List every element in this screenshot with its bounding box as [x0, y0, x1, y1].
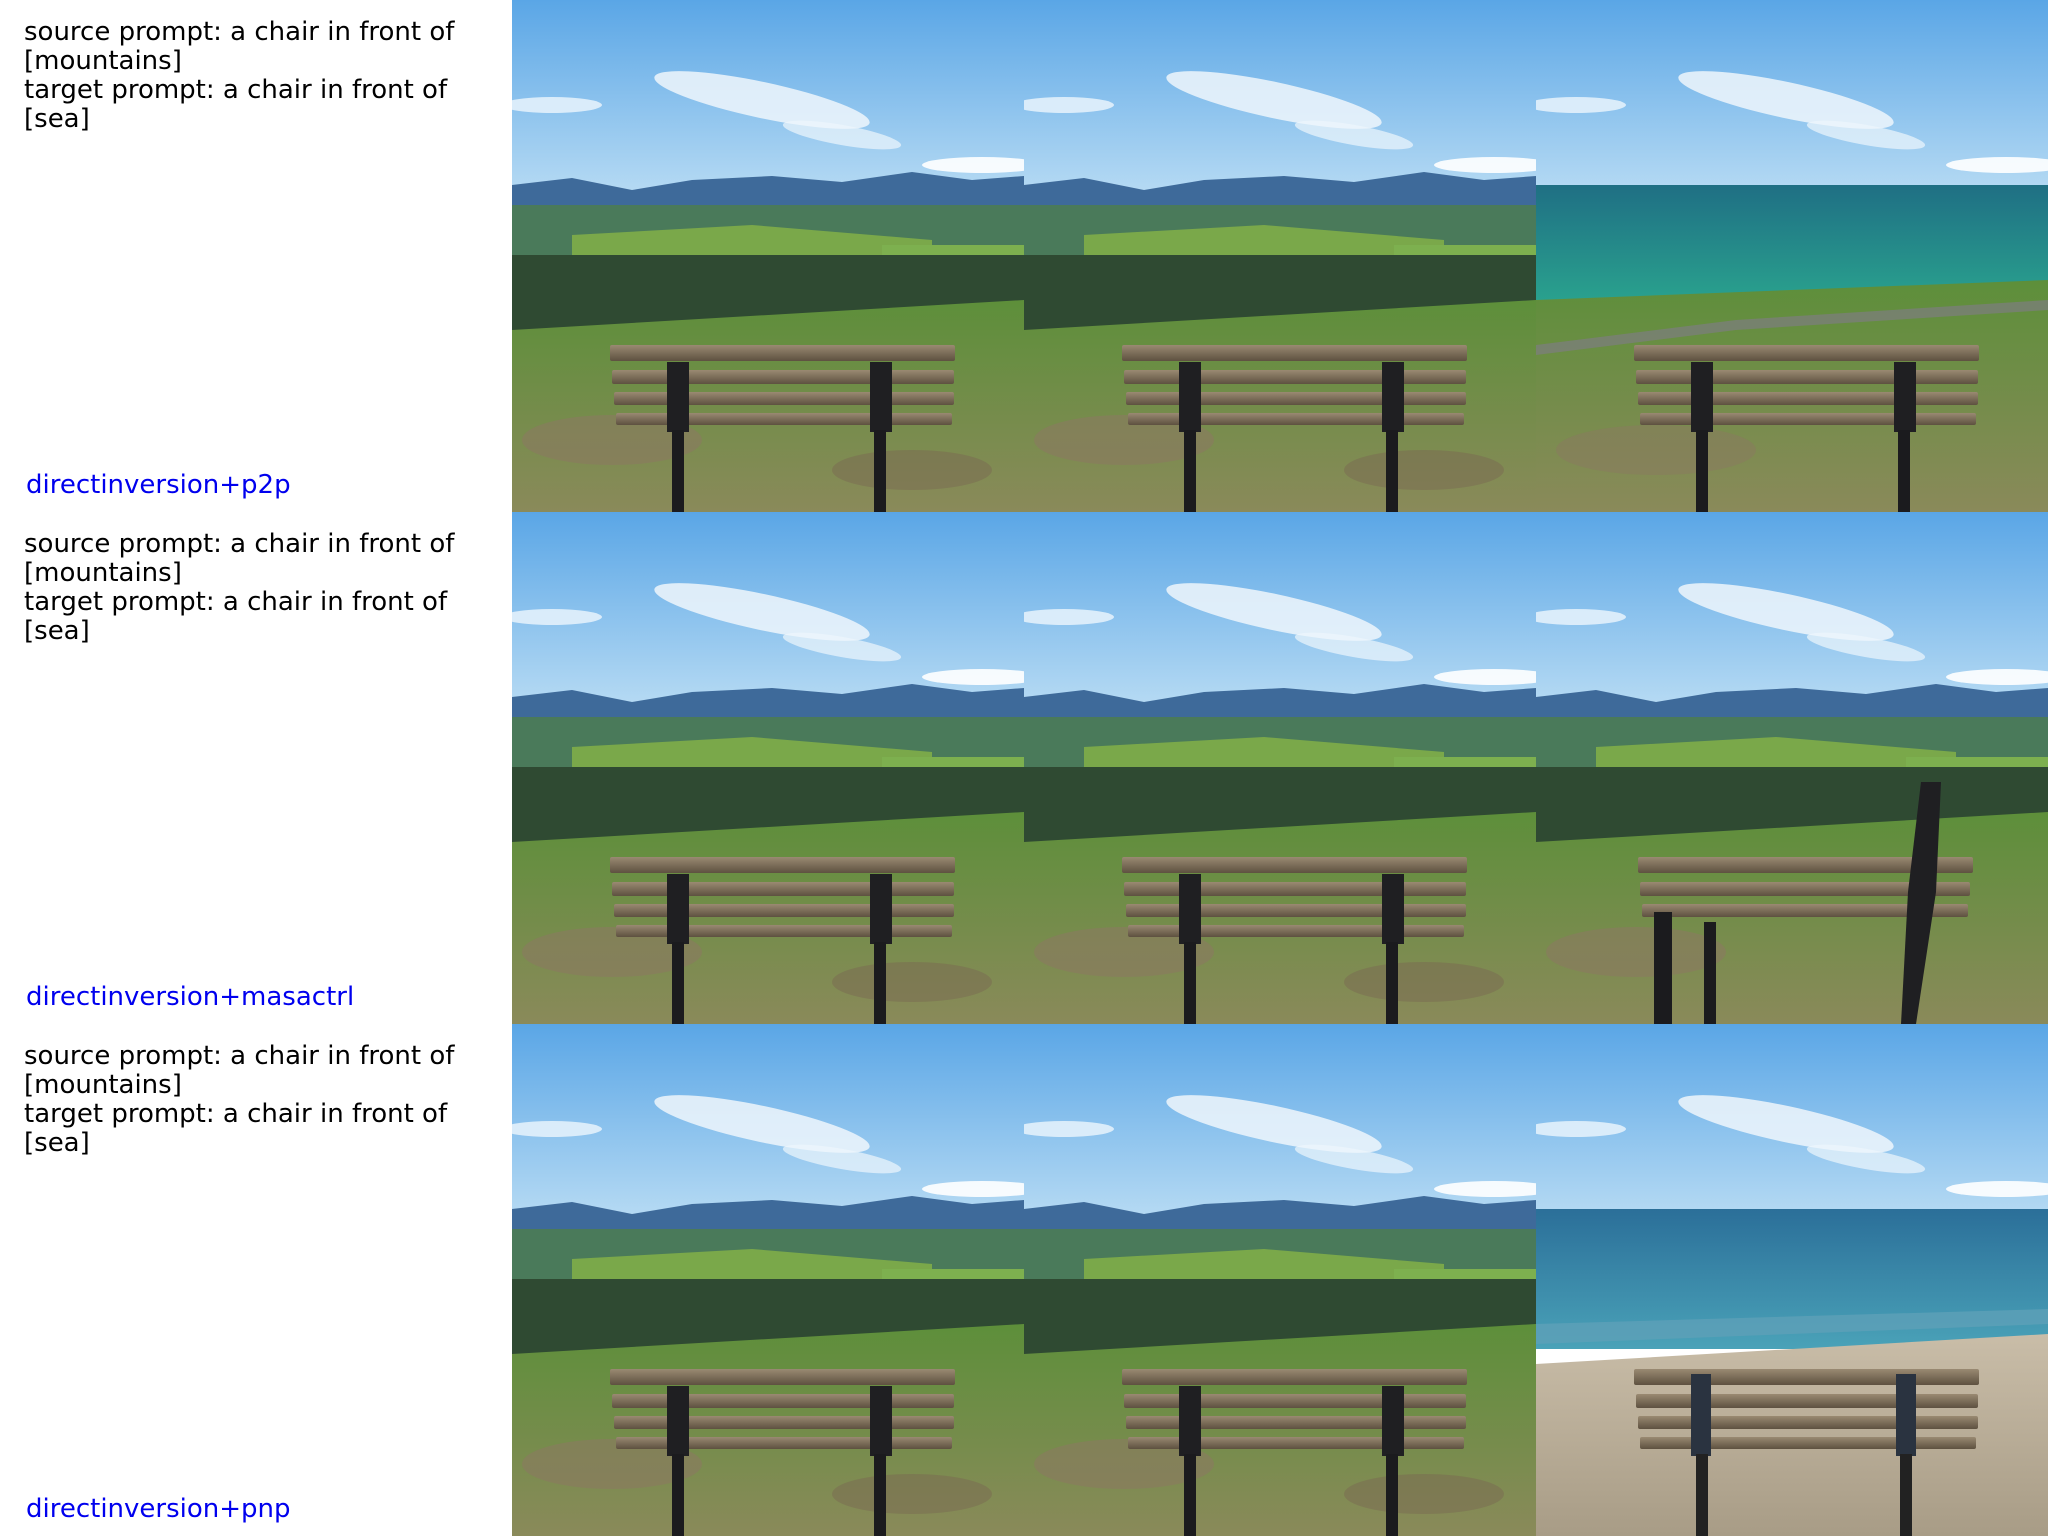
- source-image: [512, 0, 1024, 512]
- method-label: directinversion+p2p: [26, 470, 291, 500]
- row-label-area: source prompt: a chair in front of [moun…: [0, 0, 512, 512]
- method-label: directinversion+masactrl: [26, 982, 355, 1012]
- edited-image: [1536, 1024, 2048, 1536]
- edited-image: [1536, 512, 2048, 1024]
- prompt-text: source prompt: a chair in front of [moun…: [24, 17, 455, 134]
- result-row-pnp: source prompt: a chair in front of [moun…: [0, 1024, 2048, 1536]
- prompt-text: source prompt: a chair in front of [moun…: [24, 529, 455, 646]
- result-row-masactrl: source prompt: a chair in front of [moun…: [0, 512, 2048, 1024]
- source-image: [512, 1024, 1024, 1536]
- prompt-text: source prompt: a chair in front of [moun…: [24, 1041, 455, 1158]
- edited-image: [1536, 0, 2048, 512]
- result-row-p2p: source prompt: a chair in front of [moun…: [0, 0, 2048, 512]
- row-label-area: source prompt: a chair in front of [moun…: [0, 512, 512, 1024]
- source-image: [512, 512, 1024, 1024]
- method-label: directinversion+pnp: [26, 1494, 291, 1524]
- reconstructed-image: [1024, 1024, 1536, 1536]
- row-label-area: source prompt: a chair in front of [moun…: [0, 1024, 512, 1536]
- reconstructed-image: [1024, 512, 1536, 1024]
- reconstructed-image: [1024, 0, 1536, 512]
